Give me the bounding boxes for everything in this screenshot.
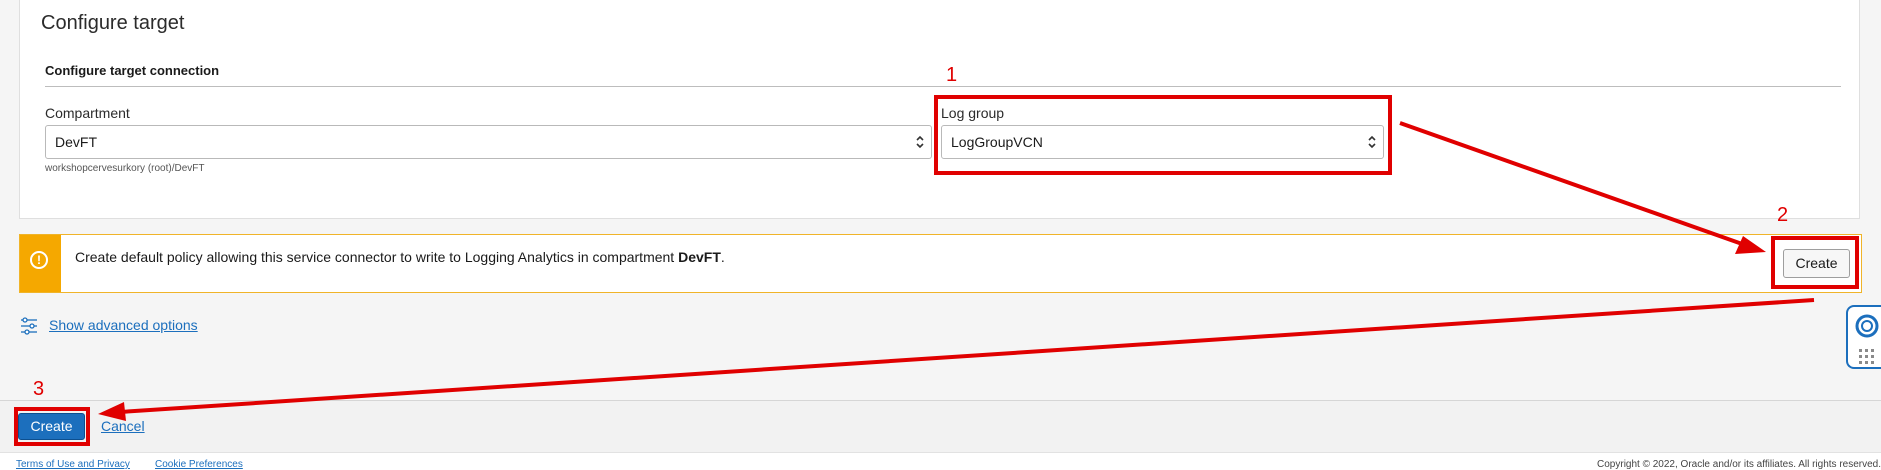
help-widget[interactable] <box>1846 305 1881 369</box>
sliders-icon <box>21 317 37 335</box>
policy-warning-banner: ! Create default policy allowing this se… <box>19 234 1862 293</box>
action-bar <box>0 400 1881 452</box>
cancel-link[interactable]: Cancel <box>101 418 145 434</box>
alert-icon: ! <box>30 251 48 269</box>
lifebuoy-icon <box>1855 314 1879 338</box>
compartment-value: DevFT <box>55 134 97 150</box>
annotation-box-2 <box>1771 236 1859 289</box>
card-title: Configure target <box>41 12 185 34</box>
compartment-select[interactable]: DevFT <box>45 125 932 159</box>
compartment-path-hint: workshopcervesurkory (root)/DevFT <box>45 163 205 174</box>
cookie-preferences-link[interactable]: Cookie Preferences <box>155 459 243 470</box>
annotation-box-1 <box>934 95 1392 175</box>
warning-accent: ! <box>20 235 61 292</box>
section-title: Configure target connection <box>45 63 220 78</box>
compartment-label: Compartment <box>45 105 130 121</box>
warning-compartment-name: DevFT <box>678 249 721 265</box>
copyright-text: Copyright © 2022, Oracle and/or its affi… <box>1597 459 1881 470</box>
apps-grid-icon <box>1859 349 1874 364</box>
annotation-number-1: 1 <box>946 64 958 86</box>
section-divider <box>45 86 1841 87</box>
annotation-number-2: 2 <box>1777 204 1789 226</box>
annotation-number-3: 3 <box>33 378 45 400</box>
annotation-box-3 <box>14 407 90 446</box>
terms-link[interactable]: Terms of Use and Privacy <box>16 459 130 470</box>
warning-text: Create default policy allowing this serv… <box>75 249 725 265</box>
show-advanced-options-link[interactable]: Show advanced options <box>49 317 198 333</box>
chevron-updown-icon <box>916 135 924 149</box>
arrow-2-to-3 <box>119 298 1815 414</box>
